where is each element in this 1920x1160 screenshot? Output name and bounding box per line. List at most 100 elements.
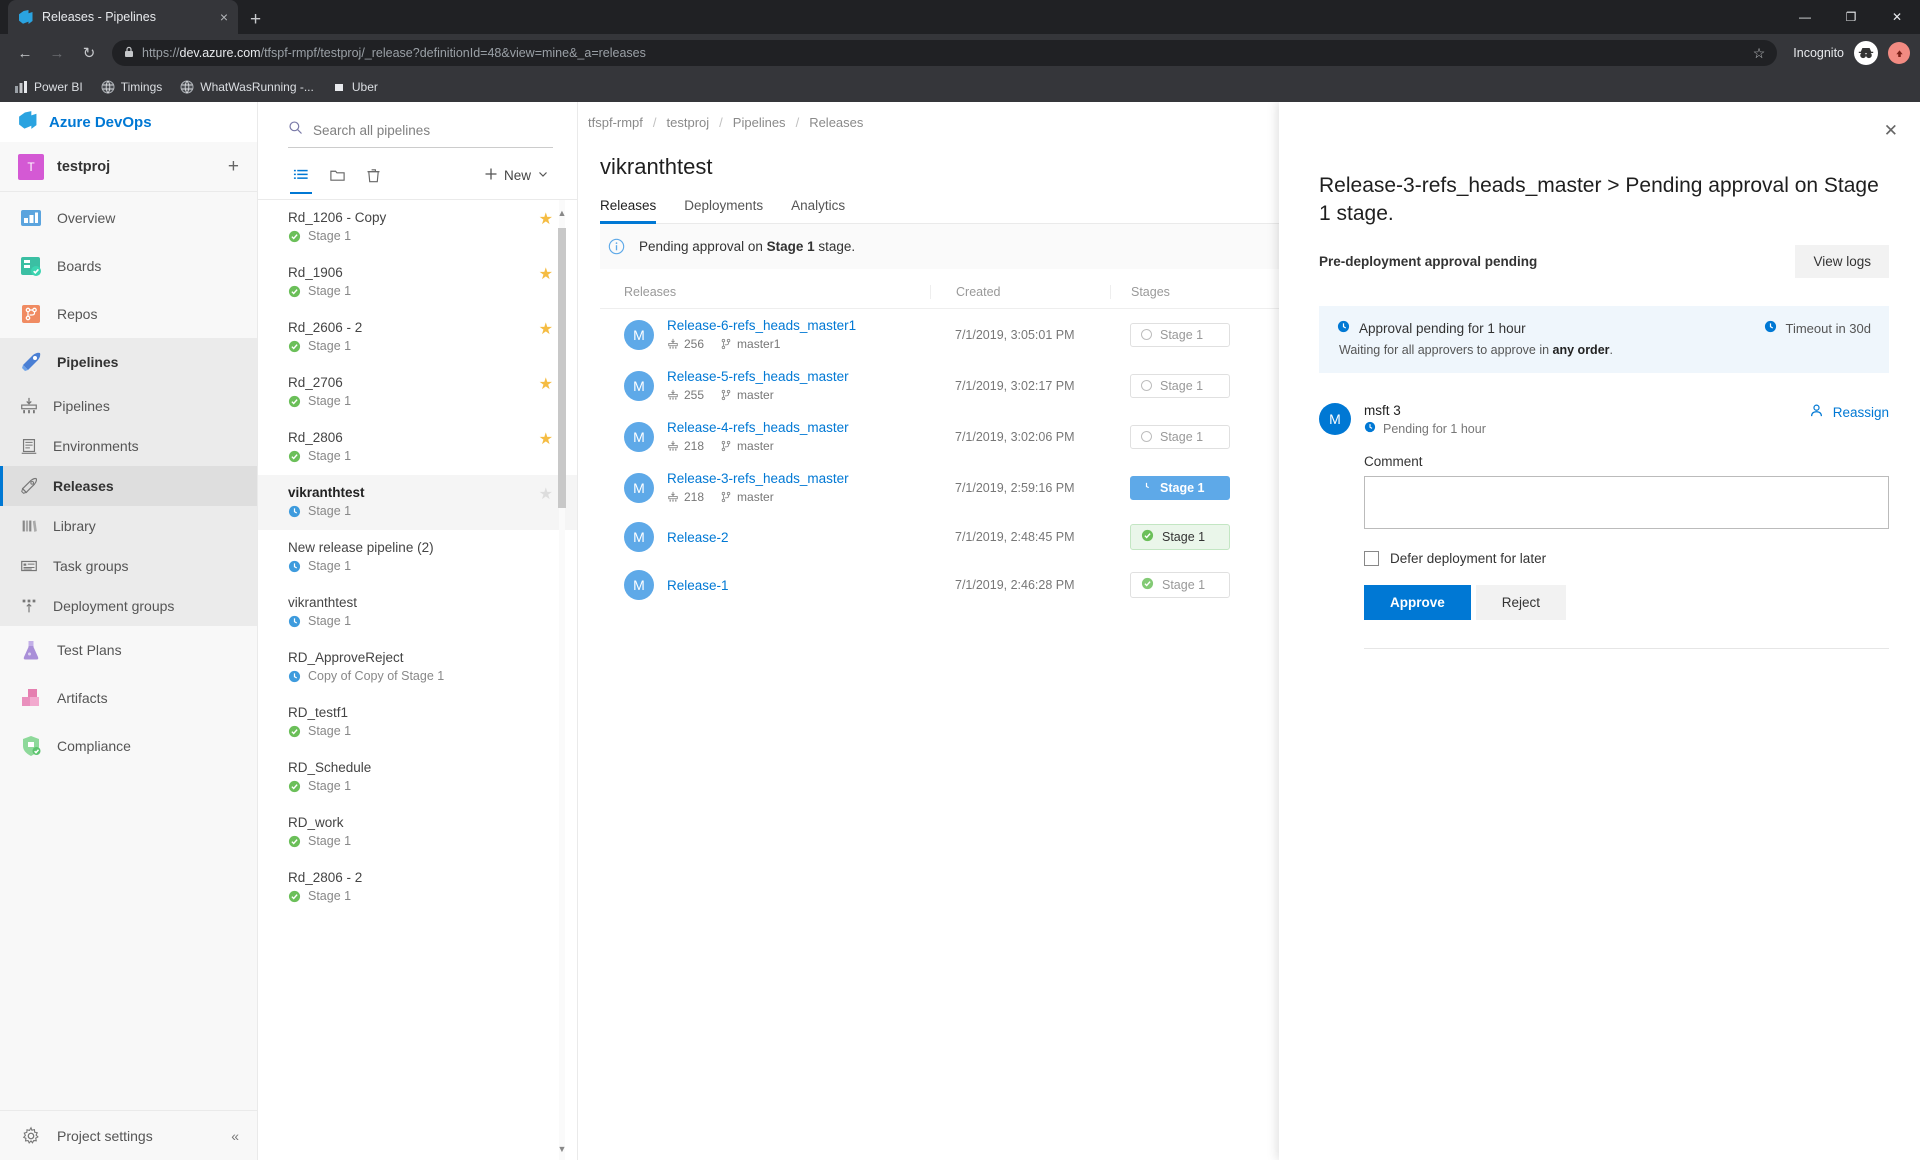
list-item[interactable]: RD_ApproveReject Copy of Copy of Stage 1 <box>258 640 577 695</box>
list-item[interactable]: vikranthtest Stage 1 ★ <box>258 475 577 530</box>
sidebar-item-overview[interactable]: Overview <box>0 194 257 242</box>
bookmark-item[interactable]: Power BI <box>14 80 83 94</box>
reload-icon[interactable]: ↻ <box>74 38 104 68</box>
favorite-star-icon[interactable]: ★ <box>539 212 553 228</box>
scroll-down-icon[interactable]: ▼ <box>557 1142 567 1156</box>
status-badge[interactable]: Stage 1 <box>1130 475 1230 500</box>
sidebar-item-pipelines[interactable]: Pipelines <box>0 338 257 386</box>
clock-icon <box>1764 320 1777 336</box>
list-item[interactable]: Rd_2806 Stage 1 ★ <box>258 420 577 475</box>
breadcrumb-item[interactable]: Releases <box>809 115 863 130</box>
breadcrumb-separator: / <box>652 114 657 130</box>
project-settings-button[interactable]: Project settings « <box>0 1110 257 1160</box>
list-item[interactable]: Rd_2606 - 2 Stage 1 ★ <box>258 310 577 365</box>
view-logs-button[interactable]: View logs <box>1795 245 1889 279</box>
list-item[interactable]: Rd_1906 Stage 1 ★ <box>258 255 577 310</box>
release-link[interactable]: Release-1 <box>667 578 729 593</box>
add-icon[interactable]: + <box>228 157 239 176</box>
sidebar-item-releases[interactable]: Releases <box>0 466 257 506</box>
sidebar-item-pipelines-sub[interactable]: Pipelines <box>0 386 257 426</box>
pipelines-scrollbar[interactable]: ▲ ▼ <box>557 200 567 1160</box>
list-view-icon[interactable] <box>286 160 316 194</box>
breadcrumb-item[interactable]: tfspf-rmpf <box>588 115 643 130</box>
sidebar-item-boards[interactable]: Boards <box>0 242 257 290</box>
search-input[interactable] <box>313 122 553 138</box>
favorite-star-icon[interactable]: ★ <box>539 377 553 393</box>
maximize-button[interactable]: ❐ <box>1828 0 1874 34</box>
approval-title: Release-3-refs_heads_master > Pending ap… <box>1319 174 1879 225</box>
list-item[interactable]: RD_Schedule Stage 1 <box>258 750 577 805</box>
scrollbar-thumb[interactable] <box>558 228 566 508</box>
sidebar-item-artifacts[interactable]: Artifacts <box>0 674 257 722</box>
favorite-star-icon[interactable]: ★ <box>539 432 553 448</box>
folder-icon[interactable] <box>322 160 352 190</box>
release-link[interactable]: Release-2 <box>667 530 729 545</box>
tab-releases[interactable]: Releases <box>600 198 657 224</box>
new-pipeline-button[interactable]: New <box>484 167 553 184</box>
close-tab-icon[interactable]: × <box>220 10 228 24</box>
scroll-up-icon[interactable]: ▲ <box>557 206 567 220</box>
approve-button[interactable]: Approve <box>1364 585 1471 621</box>
minimize-button[interactable]: — <box>1782 0 1828 34</box>
azure-devops-logo[interactable]: Azure DevOps <box>0 102 257 142</box>
favorite-star-icon[interactable]: ★ <box>539 322 553 338</box>
close-panel-icon[interactable]: ✕ <box>1884 122 1898 139</box>
approver-pending: Pending for 1 hour <box>1364 421 1486 436</box>
list-item[interactable]: Rd_2706 Stage 1 ★ <box>258 365 577 420</box>
list-item[interactable]: RD_work Stage 1 <box>258 805 577 860</box>
forward-icon[interactable]: → <box>42 38 72 68</box>
sidebar-item-repos[interactable]: Repos <box>0 290 257 338</box>
list-item[interactable]: Rd_2806 - 2 Stage 1 <box>258 860 577 915</box>
browser-tab[interactable]: Releases - Pipelines × <box>8 0 238 34</box>
comment-input[interactable] <box>1364 476 1889 530</box>
favorite-star-icon[interactable]: ★ <box>539 267 553 283</box>
tab-analytics[interactable]: Analytics <box>791 198 845 223</box>
list-item[interactable]: Rd_1206 - Copy Stage 1 ★ <box>258 200 577 255</box>
release-link[interactable]: Release-3-refs_heads_master <box>667 471 849 486</box>
status-badge[interactable]: Stage 1 <box>1130 524 1230 550</box>
status-badge[interactable]: Stage 1 <box>1130 322 1230 347</box>
release-link[interactable]: Release-6-refs_heads_master1 <box>667 318 856 333</box>
defer-deployment-row[interactable]: Defer deployment for later <box>1364 551 1865 567</box>
bookmark-item[interactable]: WhatWasRunning -... <box>180 80 314 94</box>
close-window-button[interactable]: ✕ <box>1874 0 1920 34</box>
sidebar-item-label: Pipelines <box>57 354 119 370</box>
breadcrumb-item[interactable]: Pipelines <box>733 115 786 130</box>
sidebar-item-task-groups[interactable]: Task groups <box>0 546 257 586</box>
list-item[interactable]: vikranthtest Stage 1 <box>258 585 577 640</box>
bookmark-item[interactable]: Timings <box>101 80 162 94</box>
trash-icon[interactable] <box>358 160 388 190</box>
favorite-star-icon[interactable]: ★ <box>539 487 553 503</box>
defer-checkbox[interactable] <box>1364 551 1379 567</box>
sidebar-item-library[interactable]: Library <box>0 506 257 546</box>
reassign-button[interactable]: Reassign <box>1809 403 1889 421</box>
new-tab-button[interactable]: + <box>250 10 261 29</box>
collapse-sidebar-icon[interactable]: « <box>231 1128 239 1144</box>
breadcrumb-item[interactable]: testproj <box>667 115 710 130</box>
sidebar-item-label: Repos <box>57 306 98 322</box>
release-link[interactable]: Release-5-refs_heads_master <box>667 369 849 384</box>
address-bar[interactable]: https://dev.azure.com/tfspf-rmpf/testpro… <box>112 40 1778 66</box>
sidebar-item-deployment-groups[interactable]: Deployment groups <box>0 586 257 626</box>
reject-button[interactable]: Reject <box>1475 585 1567 621</box>
bookmark-label: WhatWasRunning -... <box>200 80 314 94</box>
tab-deployments[interactable]: Deployments <box>684 198 763 223</box>
status-badge[interactable]: Stage 1 <box>1130 572 1230 598</box>
sidebar-item-environments[interactable]: Environments <box>0 426 257 466</box>
release-meta: 218 master <box>667 439 849 453</box>
pipelines-panel: New Rd_1206 - Copy Stage 1 ★ <box>258 102 578 1160</box>
bookmark-item[interactable]: Uber <box>332 80 378 94</box>
release-link[interactable]: Release-4-refs_heads_master <box>667 420 849 435</box>
incognito-avatar-icon[interactable] <box>1854 41 1878 65</box>
bookmark-star-icon[interactable]: ☆ <box>1753 45 1766 62</box>
sidebar-item-test-plans[interactable]: Test Plans <box>0 626 257 674</box>
project-selector[interactable]: T testproj + <box>0 142 257 192</box>
sidebar-item-compliance[interactable]: Compliance <box>0 722 257 770</box>
list-item[interactable]: New release pipeline (2) Stage 1 <box>258 530 577 585</box>
list-item[interactable]: RD_testf1 Stage 1 <box>258 695 577 750</box>
back-icon[interactable]: ← <box>10 38 40 68</box>
profile-avatar[interactable] <box>1888 42 1910 64</box>
status-badge[interactable]: Stage 1 <box>1130 424 1230 449</box>
success-icon <box>288 450 301 463</box>
status-badge[interactable]: Stage 1 <box>1130 373 1230 398</box>
